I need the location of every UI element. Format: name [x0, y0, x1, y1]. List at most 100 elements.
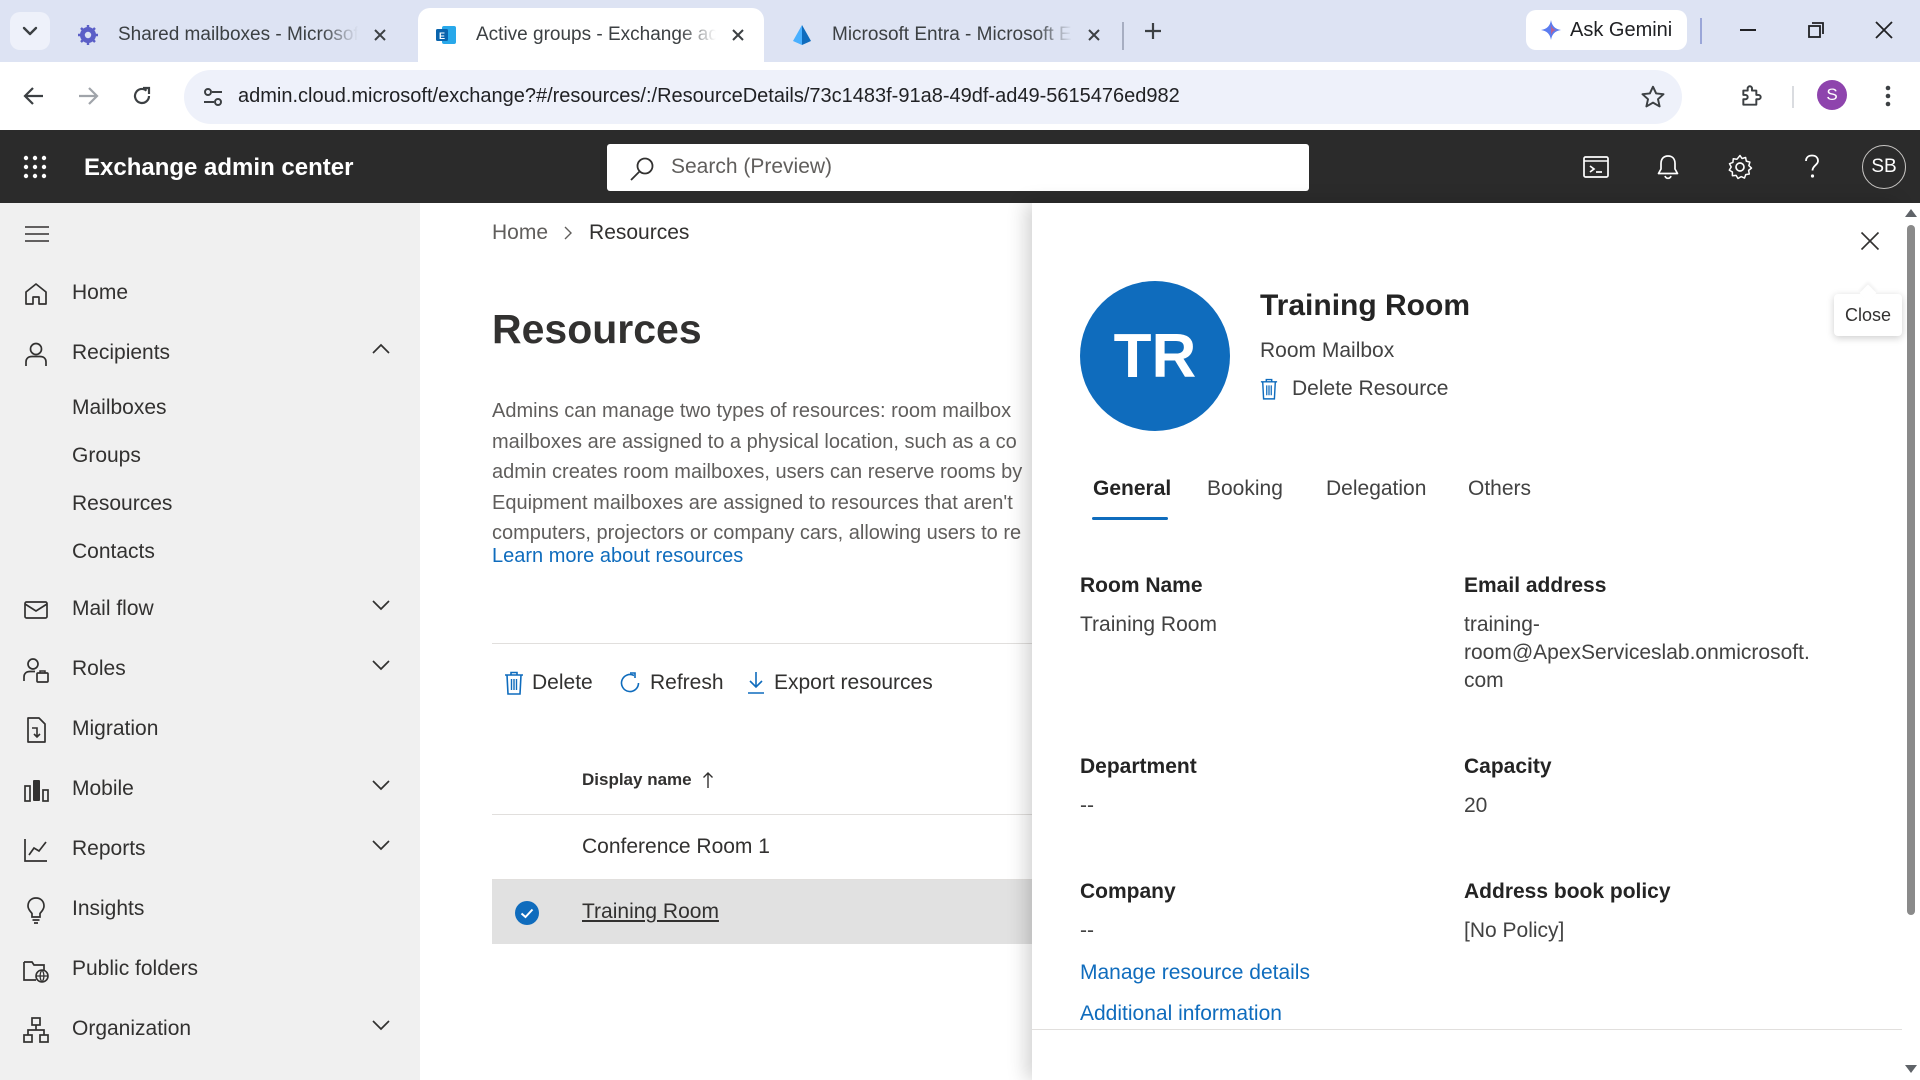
company-value: --	[1080, 919, 1094, 942]
settings-button[interactable]	[1721, 148, 1759, 186]
row-display-name[interactable]: Training Room	[582, 900, 719, 924]
nav-sub-groups[interactable]: Groups	[72, 444, 141, 468]
notifications-button[interactable]	[1649, 148, 1687, 186]
browser-tab-active-groups[interactable]: E Active groups - Exchange admin center	[418, 8, 764, 62]
plus-icon	[1145, 23, 1161, 39]
gear-icon	[1728, 154, 1753, 180]
browser-tab-entra[interactable]: Microsoft Entra - Microsoft Entra admin …	[774, 8, 1120, 62]
scrollbar-thumb[interactable]	[1907, 225, 1915, 915]
nav-item-mail-flow[interactable]: Mail flow	[0, 585, 420, 633]
nav-sub-mailboxes[interactable]: Mailboxes	[72, 396, 167, 420]
nav-sub-contacts[interactable]: Contacts	[72, 540, 155, 564]
nav-item-mobile[interactable]: Mobile	[0, 765, 420, 813]
browser-tab-shared-mailboxes[interactable]: Shared mailboxes - Microsoft 365 admin c…	[60, 8, 406, 62]
nav-item-insights[interactable]: Insights	[0, 885, 420, 933]
close-tab-icon[interactable]	[1082, 23, 1106, 47]
browser-profile-avatar[interactable]: S	[1817, 80, 1847, 110]
chevron-down-icon	[372, 780, 390, 791]
tab-search-button[interactable]	[10, 12, 50, 50]
home-icon	[25, 283, 47, 305]
chevron-right-icon	[564, 226, 573, 240]
chevron-up-icon	[372, 343, 390, 354]
search-icon	[630, 157, 654, 181]
tab-others[interactable]: Others	[1468, 477, 1531, 501]
minimize-button[interactable]	[1722, 10, 1774, 50]
extensions-button[interactable]	[1732, 76, 1772, 116]
ask-gemini-label: Ask Gemini	[1570, 18, 1673, 41]
nav-item-organization[interactable]: Organization	[0, 1005, 420, 1053]
close-window-button[interactable]	[1858, 10, 1910, 50]
reload-button[interactable]	[122, 76, 162, 116]
tab-booking[interactable]: Booking	[1207, 477, 1283, 501]
refresh-button[interactable]: Refresh	[618, 663, 724, 703]
delete-resource-button[interactable]: Delete Resource	[1260, 377, 1448, 401]
export-label: Export resources	[774, 671, 933, 694]
nav-item-roles[interactable]: Roles	[0, 645, 420, 693]
roles-icon	[23, 658, 49, 683]
nav-item-public-folders[interactable]: Public folders	[0, 945, 420, 993]
additional-information-link[interactable]: Additional information	[1080, 1002, 1282, 1026]
nav-item-label: Mobile	[72, 777, 134, 800]
search-box[interactable]	[607, 144, 1309, 191]
table-row-selected[interactable]: Training Room	[492, 880, 1032, 944]
column-header-display-name[interactable]: Display name	[582, 770, 714, 790]
breadcrumb-home[interactable]: Home	[492, 221, 548, 245]
cloud-shell-button[interactable]	[1577, 148, 1615, 186]
chevron-down-icon	[372, 1020, 390, 1031]
nav-item-label: Home	[72, 281, 129, 304]
app-header: Exchange admin center SB	[0, 130, 1920, 203]
tab-delegation[interactable]: Delegation	[1326, 477, 1426, 501]
email-line: training-	[1464, 613, 1540, 636]
restore-button[interactable]	[1790, 10, 1842, 50]
table-row[interactable]: Conference Room 1	[492, 815, 1032, 879]
collapse-nav-button[interactable]	[22, 219, 52, 249]
resource-details-panel: TR Training Room Room Mailbox Delete Res…	[1032, 203, 1902, 1080]
close-tooltip: Close	[1834, 294, 1902, 336]
description-line: Admins can manage two types of resources…	[492, 400, 1012, 422]
new-tab-button[interactable]	[1136, 14, 1170, 48]
help-button[interactable]	[1793, 148, 1831, 186]
close-tab-icon[interactable]	[726, 23, 750, 47]
department-label: Department	[1080, 755, 1197, 778]
close-panel-button[interactable]	[1850, 221, 1890, 261]
capacity-label: Capacity	[1464, 755, 1552, 778]
ask-gemini-button[interactable]: Ask Gemini	[1526, 10, 1687, 50]
search-input[interactable]	[671, 152, 1271, 182]
nav-item-reports[interactable]: Reports	[0, 825, 420, 873]
breadcrumb-separator	[564, 226, 573, 240]
nav-item-label: Mail flow	[72, 597, 154, 620]
hamburger-icon	[25, 226, 49, 242]
app-launcher-button[interactable]	[18, 150, 52, 184]
resource-avatar: TR	[1080, 281, 1230, 431]
delete-button[interactable]: Delete	[504, 663, 593, 703]
panel-scrollbar[interactable]	[1902, 203, 1920, 1080]
forward-button[interactable]	[68, 76, 108, 116]
email-address-value: training- room@ApexServiceslab.onmicroso…	[1464, 611, 1810, 695]
browser-menu-button[interactable]	[1868, 76, 1908, 116]
checkmark-circle-icon[interactable]	[514, 900, 540, 926]
trash-icon	[505, 671, 523, 695]
site-info-button[interactable]	[194, 78, 232, 116]
gemini-sparkle-icon	[1541, 20, 1561, 40]
row-display-name[interactable]: Conference Room 1	[582, 835, 770, 859]
address-bar[interactable]: admin.cloud.microsoft/exchange?#/resourc…	[184, 70, 1682, 124]
back-button[interactable]	[14, 76, 54, 116]
nav-sub-resources[interactable]: Resources	[72, 492, 172, 516]
learn-more-link[interactable]: Learn more about resources	[492, 545, 743, 568]
app-title[interactable]: Exchange admin center	[84, 154, 353, 182]
nav-item-label: Insights	[72, 897, 145, 920]
bookmark-star-button[interactable]	[1640, 84, 1666, 110]
description-line: mailboxes are assigned to a physical loc…	[492, 430, 1017, 453]
resource-name: Training Room	[1260, 289, 1470, 322]
delete-label: Delete	[532, 671, 593, 694]
user-avatar[interactable]: SB	[1862, 145, 1906, 189]
nav-item-home[interactable]: Home	[0, 269, 420, 317]
scroll-up-arrow[interactable]	[1905, 209, 1917, 217]
close-tab-icon[interactable]	[368, 23, 392, 47]
nav-item-recipients[interactable]: Recipients	[0, 329, 420, 377]
scroll-down-arrow[interactable]	[1905, 1065, 1917, 1073]
nav-item-migration[interactable]: Migration	[0, 705, 420, 753]
tab-general[interactable]: General	[1093, 477, 1171, 501]
export-resources-button[interactable]: Export resources	[746, 663, 933, 703]
manage-resource-details-link[interactable]: Manage resource details	[1080, 961, 1310, 985]
